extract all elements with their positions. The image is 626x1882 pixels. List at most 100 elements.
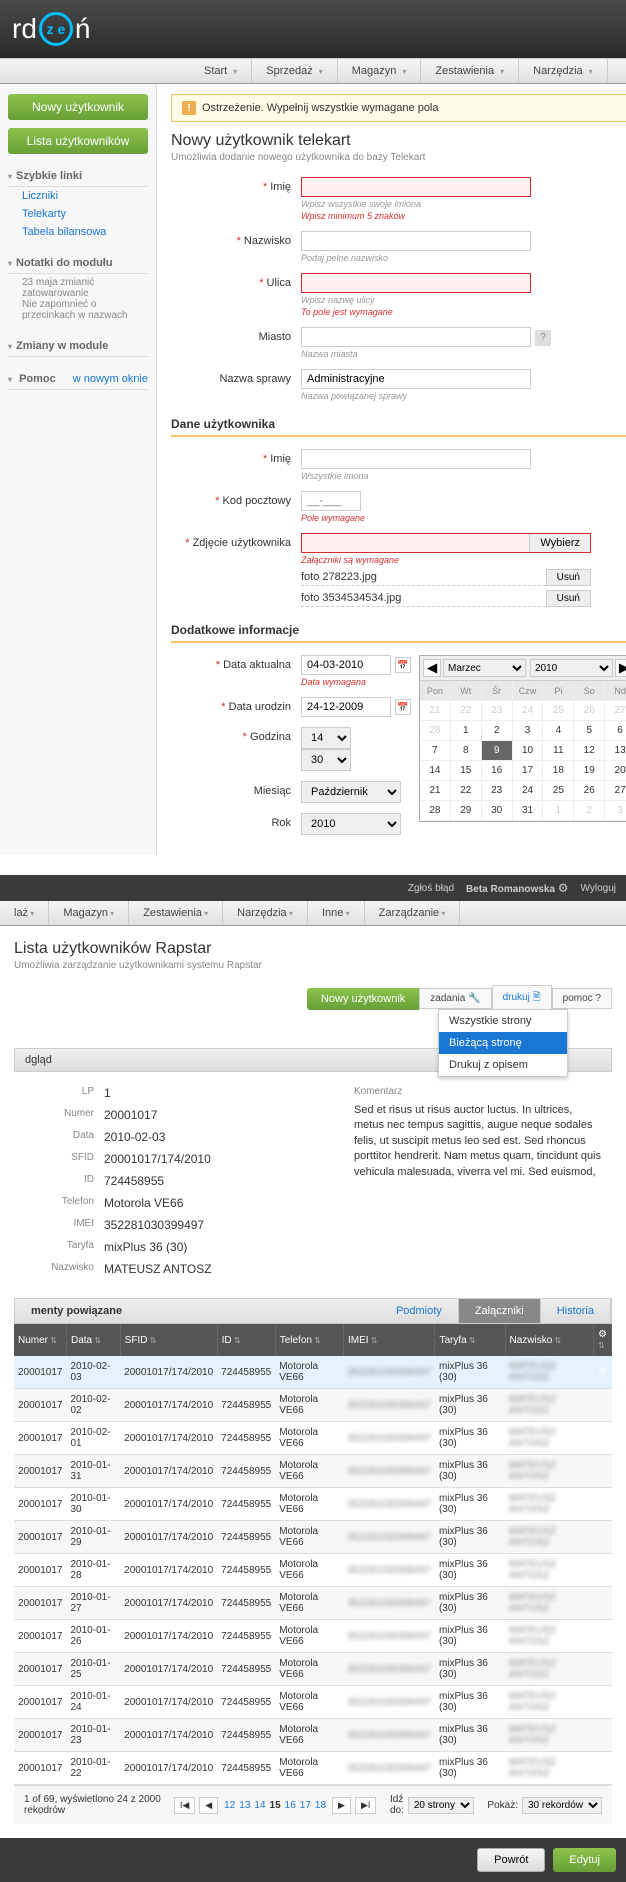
table-row[interactable]: 200010172010-01-2720001017/174/201072445… [14,1587,612,1620]
nav-item[interactable]: Zestawienia [129,901,223,925]
cal-day[interactable]: 1 [543,801,574,821]
nav-item[interactable]: Inne [308,901,365,925]
logout-link[interactable]: Wyloguj [581,883,616,894]
col-header[interactable]: Numer [14,1324,67,1356]
calendar-icon[interactable]: 📅 [395,657,411,673]
report-link[interactable]: Zgłoś błąd [408,883,454,894]
cal-day[interactable]: 31 [513,801,544,821]
cal-day[interactable]: 28 [420,721,451,741]
gear-icon[interactable]: ⚙ [558,881,569,895]
cal-day[interactable]: 21 [420,781,451,801]
city-input[interactable] [301,327,531,347]
row-gear[interactable] [594,1587,612,1620]
table-row[interactable]: 200010172010-01-3020001017/174/201072445… [14,1488,612,1521]
page-link[interactable]: 16 [283,1800,298,1811]
cal-day[interactable]: 9 [482,741,513,761]
cal-day[interactable]: 24 [513,781,544,801]
nav-item[interactable]: Zestawienia [421,59,519,83]
table-row[interactable]: 200010172010-02-0120001017/174/201072445… [14,1422,612,1455]
cal-day[interactable]: 25 [543,701,574,721]
cal-day[interactable]: 28 [420,801,451,821]
file-remove-button[interactable]: Usuń [546,569,591,586]
cal-day[interactable]: 1 [451,721,482,741]
row-gear[interactable]: ⚙ [594,1356,612,1389]
case-input[interactable] [301,369,531,389]
changes-header[interactable]: Zmiany w module [8,336,148,357]
cal-month-select[interactable]: Marzec [443,659,526,677]
help-header[interactable]: Pomoc w nowym oknie [8,369,148,390]
table-row[interactable]: 200010172010-02-0220001017/174/201072445… [14,1389,612,1422]
col-header[interactable]: Telefon [275,1324,343,1356]
help-icon[interactable]: ? [535,330,551,346]
row-gear[interactable] [594,1620,612,1653]
page-link[interactable]: 15 [268,1800,283,1811]
cal-day[interactable]: 11 [543,741,574,761]
show-select[interactable]: 30 rekordów [522,1797,602,1814]
col-header[interactable]: IMEI [344,1324,435,1356]
lname-input[interactable] [301,231,531,251]
cal-day[interactable]: 26 [574,781,605,801]
table-row[interactable]: 200010172010-01-2520001017/174/201072445… [14,1653,612,1686]
table-row[interactable]: 200010172010-01-2420001017/174/201072445… [14,1686,612,1719]
goto-select[interactable]: 20 strony [408,1797,474,1814]
tab-podmioty[interactable]: Podmioty [380,1299,459,1323]
cal-day[interactable]: 10 [513,741,544,761]
pager-first[interactable]: I◀ [174,1797,195,1814]
user-list-button[interactable]: Lista użytkowników [8,128,148,154]
cal-day[interactable]: 27 [605,701,626,721]
cal-day[interactable]: 26 [574,701,605,721]
cal-day[interactable]: 7 [420,741,451,761]
cal-day[interactable]: 18 [543,761,574,781]
print-tab[interactable]: drukuj 🗎 [492,985,552,1012]
page-link[interactable]: 17 [298,1800,313,1811]
minute-select[interactable]: 30 [301,749,351,771]
cal-day[interactable]: 2 [482,721,513,741]
col-header[interactable]: Taryfa [435,1324,505,1356]
cal-day[interactable]: 27 [605,781,626,801]
pager-next[interactable]: ▶ [332,1797,351,1814]
sidebar-link[interactable]: Tabela bilansowa [8,223,148,241]
row-gear[interactable] [594,1521,612,1554]
row-gear[interactable] [594,1719,612,1752]
cal-day[interactable]: 5 [574,721,605,741]
month-select[interactable]: Październik [301,781,401,803]
cal-day[interactable]: 25 [543,781,574,801]
street-input[interactable] [301,273,531,293]
col-header[interactable]: SFID [120,1324,217,1356]
nav-item[interactable]: Narzędzia [223,901,308,925]
year-select[interactable]: 2010 [301,813,401,835]
cal-prev-button[interactable]: ◀ [423,659,441,677]
cal-day[interactable]: 19 [574,761,605,781]
cal-day[interactable]: 16 [482,761,513,781]
table-row[interactable]: 200010172010-01-2820001017/174/201072445… [14,1554,612,1587]
page-link[interactable]: 13 [237,1800,252,1811]
tab-zalaczniki[interactable]: Załączniki [459,1299,541,1323]
cal-day[interactable]: 2 [574,801,605,821]
cal-day[interactable]: 3 [513,721,544,741]
col-header[interactable]: ID [217,1324,275,1356]
table-row[interactable]: 200010172010-02-0320001017/174/201072445… [14,1356,612,1389]
nav-item[interactable]: Magazyn [49,901,129,925]
row-gear[interactable] [594,1653,612,1686]
nav-item[interactable]: Narzędzia [519,59,608,83]
cal-day[interactable]: 4 [543,721,574,741]
sidebar-link[interactable]: Telekarty [8,205,148,223]
cal-day[interactable]: 14 [420,761,451,781]
nav-item[interactable]: Zarządzanie [365,901,461,925]
file-input[interactable]: Wybierz [301,533,591,553]
cal-day[interactable]: 21 [420,701,451,721]
gear-icon[interactable]: ⚙ [594,1324,612,1356]
sidebar-link[interactable]: Liczniki [8,187,148,205]
col-header[interactable]: Nazwisko [505,1324,594,1356]
cal-day[interactable]: 20 [605,761,626,781]
row-gear[interactable] [594,1554,612,1587]
date-curr-input[interactable] [301,655,391,675]
pager-prev[interactable]: ◀ [199,1797,218,1814]
zip-input[interactable] [301,491,361,511]
cal-day[interactable]: 24 [513,701,544,721]
row-gear[interactable] [594,1752,612,1785]
cal-year-select[interactable]: 2010 [530,659,613,677]
row-gear[interactable] [594,1389,612,1422]
cal-day[interactable]: 22 [451,781,482,801]
cal-day[interactable]: 23 [482,781,513,801]
